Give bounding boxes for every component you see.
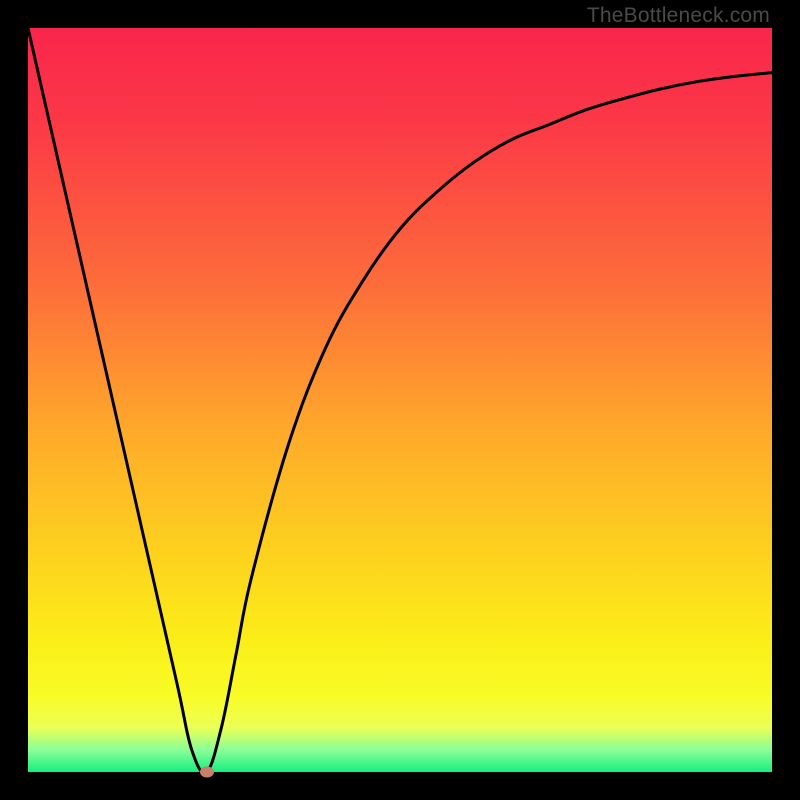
bottleneck-curve [28, 28, 772, 772]
chart-frame: TheBottleneck.com [0, 0, 800, 800]
optimal-point-marker [200, 767, 214, 778]
watermark-text: TheBottleneck.com [587, 4, 770, 28]
